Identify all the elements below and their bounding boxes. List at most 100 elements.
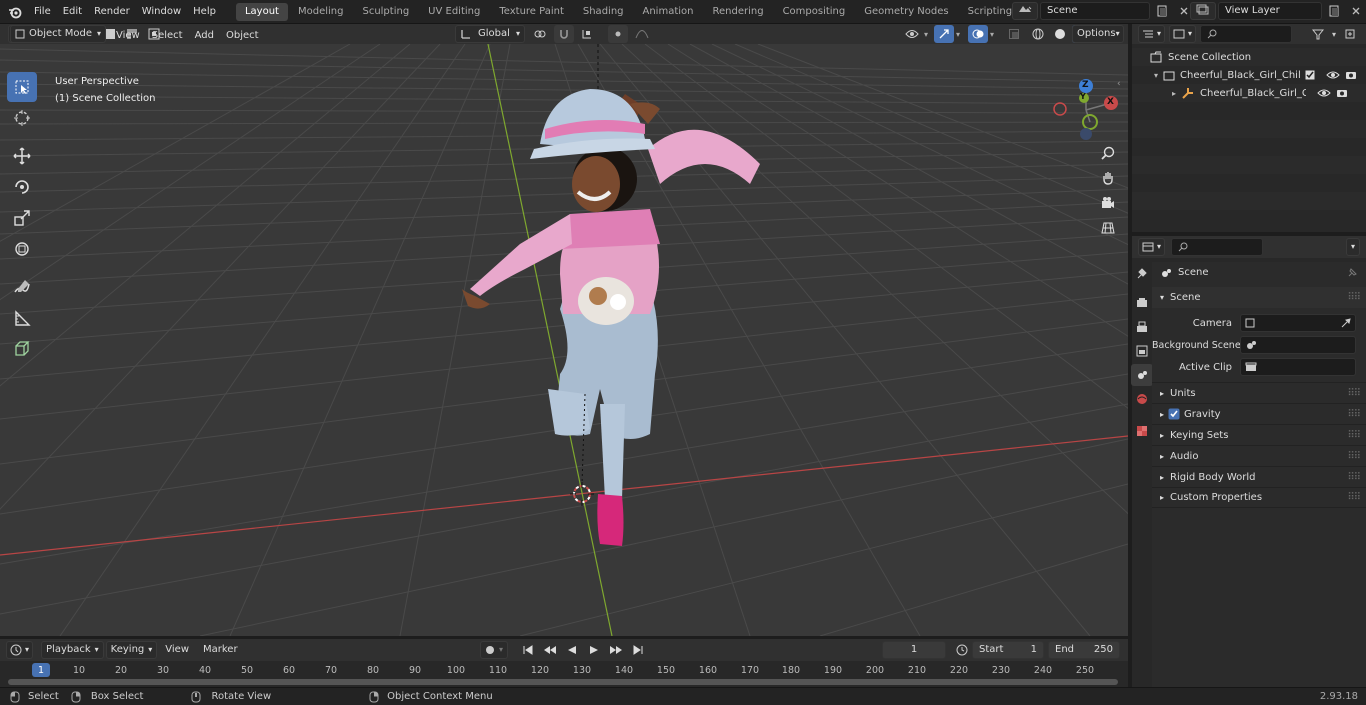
3d-viewport[interactable]: User Perspective (1) Scene Collection Z … bbox=[0, 44, 1128, 636]
jump-end-icon[interactable] bbox=[628, 641, 648, 659]
jump-keyframe-forward-icon[interactable] bbox=[606, 641, 626, 659]
expand-arrow-icon[interactable]: ▾ bbox=[1154, 71, 1158, 80]
timeline-scrollbar[interactable] bbox=[8, 679, 1118, 685]
visibility-icon[interactable] bbox=[902, 25, 922, 43]
play-reverse-icon[interactable] bbox=[562, 641, 582, 659]
current-frame-field[interactable]: 1 bbox=[882, 641, 946, 659]
pivot-icon[interactable] bbox=[530, 25, 550, 43]
ortho-toggle-icon[interactable] bbox=[1097, 216, 1119, 239]
tab-sculpting[interactable]: Sculpting bbox=[353, 3, 418, 21]
properties-options-dropdown[interactable]: ▾ bbox=[1345, 238, 1360, 256]
new-view-layer-icon[interactable] bbox=[1324, 2, 1344, 20]
drag-handle-icon[interactable]: ⠿⠿ bbox=[1347, 292, 1361, 303]
camera-view-icon[interactable] bbox=[1097, 191, 1119, 214]
zoom-icon[interactable] bbox=[1097, 141, 1119, 164]
keying-dropdown[interactable]: Keying ▾ bbox=[105, 641, 158, 659]
tab-texture-paint[interactable]: Texture Paint bbox=[490, 3, 573, 21]
audio-section[interactable]: ▸ Audio ⠿⠿ bbox=[1152, 445, 1366, 466]
navigation-gizmo[interactable]: Z Y X bbox=[1048, 72, 1124, 142]
timeline-menu-view[interactable]: View bbox=[159, 638, 195, 662]
camera-render-icon[interactable] bbox=[1345, 70, 1357, 80]
select-box-tool-icon[interactable] bbox=[7, 72, 37, 102]
xray-toggle-icon[interactable] bbox=[1004, 25, 1024, 43]
outliner-item-armature[interactable]: ▸ Cheerful_Black_Girl_Chilc bbox=[1132, 84, 1366, 102]
tab-render-icon[interactable] bbox=[1132, 292, 1152, 314]
new-scene-icon[interactable] bbox=[1152, 2, 1172, 20]
tab-layout[interactable]: Layout bbox=[235, 2, 288, 21]
overlay-toggle-icon[interactable] bbox=[968, 25, 989, 43]
play-icon[interactable] bbox=[584, 641, 604, 659]
tab-compositing[interactable]: Compositing bbox=[774, 3, 855, 21]
camera-render-icon[interactable] bbox=[1336, 88, 1348, 98]
cursor-tool-icon[interactable] bbox=[7, 103, 37, 133]
eye-icon[interactable] bbox=[1326, 70, 1340, 80]
outliner-display-mode[interactable]: ▾ bbox=[1169, 25, 1197, 43]
rotate-tool-icon[interactable] bbox=[7, 172, 37, 202]
pin-icon[interactable] bbox=[1346, 267, 1358, 279]
outliner-item-collection[interactable]: ▾ Cheerful_Black_Girl_Child_Stn bbox=[1132, 66, 1366, 84]
custom-properties-section[interactable]: ▸ Custom Properties ⠿⠿ bbox=[1152, 487, 1366, 508]
gravity-checkbox[interactable] bbox=[1168, 408, 1180, 420]
wireframe-shading-icon[interactable] bbox=[1028, 25, 1048, 43]
preview-range-icon[interactable] bbox=[952, 641, 972, 659]
end-frame-field[interactable]: End 250 bbox=[1048, 641, 1120, 659]
menu-window[interactable]: Window bbox=[136, 0, 187, 24]
menu-edit[interactable]: Edit bbox=[57, 0, 88, 24]
expand-arrow-icon[interactable]: ▸ bbox=[1160, 452, 1164, 461]
expand-arrow-icon[interactable]: ▸ bbox=[1160, 431, 1164, 440]
timeline-ruler[interactable]: 1 10 20 30 40 50 60 70 80 90 100 110 120… bbox=[0, 661, 1128, 687]
snap-icon[interactable] bbox=[554, 25, 574, 43]
scene-panel-header[interactable]: ▾ Scene ⠿⠿ bbox=[1152, 287, 1366, 308]
start-frame-field[interactable]: Start 1 bbox=[972, 641, 1044, 659]
expand-arrow-icon[interactable]: ▸ bbox=[1160, 493, 1164, 502]
gizmo-toggle-icon[interactable] bbox=[934, 25, 955, 43]
menu-help[interactable]: Help bbox=[187, 0, 222, 24]
tab-output-icon[interactable] bbox=[1132, 316, 1152, 338]
background-scene-field[interactable] bbox=[1240, 336, 1356, 354]
eye-icon[interactable] bbox=[1317, 88, 1331, 98]
scene-name-field[interactable]: Scene bbox=[1040, 2, 1150, 20]
checkbox-checked-icon[interactable] bbox=[1305, 70, 1315, 80]
transform-tool-icon[interactable] bbox=[7, 234, 37, 264]
blender-logo-icon[interactable] bbox=[2, 3, 28, 21]
options-dropdown[interactable]: Options ▾ bbox=[1072, 25, 1124, 43]
tab-modeling[interactable]: Modeling bbox=[289, 3, 353, 21]
units-section[interactable]: ▸ Units ⠿⠿ bbox=[1152, 382, 1366, 403]
collapse-arrow-icon[interactable]: ▾ bbox=[1160, 293, 1164, 302]
pan-hand-icon[interactable] bbox=[1097, 166, 1119, 189]
jump-keyframe-back-icon[interactable] bbox=[540, 641, 560, 659]
annotate-tool-icon[interactable] bbox=[7, 272, 37, 302]
gravity-section[interactable]: ▸ Gravity ⠿⠿ bbox=[1152, 403, 1366, 424]
rigid-body-world-section[interactable]: ▸ Rigid Body World ⠿⠿ bbox=[1152, 466, 1366, 487]
scene-type-icon[interactable] bbox=[1012, 2, 1038, 20]
sidebar-toggle-icon[interactable]: ‹ bbox=[1117, 79, 1121, 89]
timeline-menu-marker[interactable]: Marker bbox=[197, 638, 244, 662]
tab-shading[interactable]: Shading bbox=[574, 3, 633, 21]
camera-field[interactable] bbox=[1240, 314, 1356, 332]
remove-view-layer-icon[interactable] bbox=[1346, 2, 1366, 20]
auto-keying-icon[interactable]: ▾ bbox=[480, 641, 509, 659]
menu-render[interactable]: Render bbox=[88, 0, 136, 24]
tab-tool-icon[interactable] bbox=[1132, 262, 1152, 284]
tab-scene-icon[interactable] bbox=[1131, 364, 1153, 386]
tab-animation[interactable]: Animation bbox=[634, 3, 703, 21]
jump-start-icon[interactable] bbox=[518, 641, 538, 659]
view-layer-icon[interactable] bbox=[1190, 2, 1216, 20]
transform-orientation-dropdown[interactable]: Global ▾ bbox=[455, 25, 525, 43]
timeline-editor-type[interactable]: ▾ bbox=[6, 641, 34, 659]
add-cube-tool-icon[interactable] bbox=[7, 334, 37, 364]
active-clip-field[interactable] bbox=[1240, 358, 1356, 376]
move-tool-icon[interactable] bbox=[7, 141, 37, 171]
tab-view-layer-icon[interactable] bbox=[1132, 340, 1152, 362]
falloff-icon[interactable] bbox=[632, 25, 652, 43]
proportional-edit-icon[interactable] bbox=[608, 25, 628, 43]
menu-file[interactable]: File bbox=[28, 0, 57, 24]
keying-sets-section[interactable]: ▸ Keying Sets ⠿⠿ bbox=[1152, 424, 1366, 445]
properties-search-input[interactable] bbox=[1171, 238, 1264, 256]
tab-uv-editing[interactable]: UV Editing bbox=[419, 3, 489, 21]
expand-arrow-icon[interactable]: ▸ bbox=[1172, 89, 1176, 98]
character-model[interactable] bbox=[462, 89, 760, 546]
tab-texture-icon[interactable] bbox=[1132, 420, 1152, 442]
snap-target-icon[interactable] bbox=[578, 25, 598, 43]
outliner-search-input[interactable] bbox=[1200, 25, 1293, 43]
